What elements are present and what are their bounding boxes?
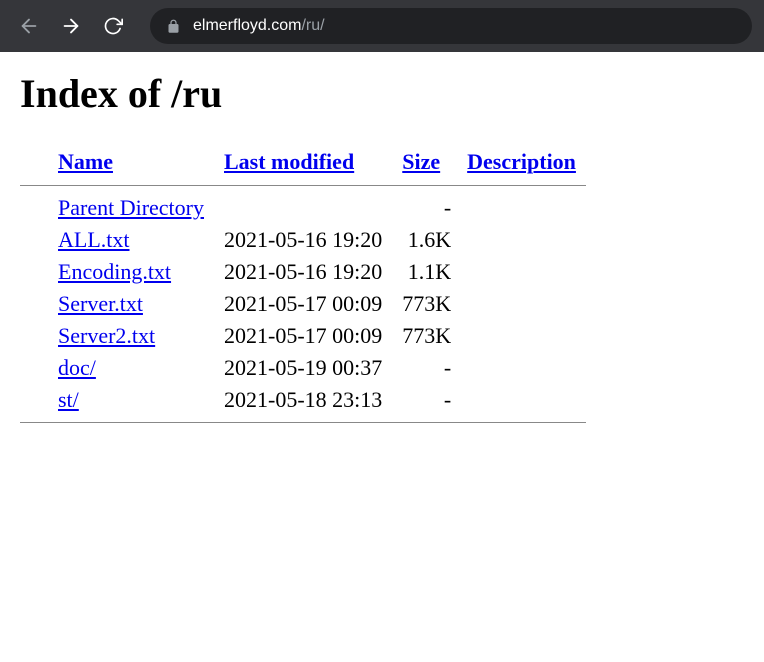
sort-description-link[interactable]: Description bbox=[467, 149, 576, 174]
file-description-cell bbox=[457, 320, 586, 352]
file-description-cell bbox=[457, 192, 586, 224]
file-type-icon bbox=[20, 352, 48, 384]
file-modified-cell: 2021-05-17 00:09 bbox=[214, 320, 392, 352]
header-size: Size bbox=[392, 145, 457, 179]
file-size-cell: - bbox=[392, 384, 457, 416]
forward-button[interactable] bbox=[54, 9, 88, 43]
file-name-cell: Parent Directory bbox=[48, 192, 214, 224]
header-row: Name Last modified Size Description bbox=[20, 145, 586, 179]
file-description-cell bbox=[457, 224, 586, 256]
file-size-cell: - bbox=[392, 352, 457, 384]
sort-size-link[interactable]: Size bbox=[402, 149, 440, 174]
sort-name-link[interactable]: Name bbox=[58, 149, 113, 174]
header-name: Name bbox=[48, 145, 214, 179]
file-size-cell: 1.1K bbox=[392, 256, 457, 288]
file-modified-cell bbox=[214, 192, 392, 224]
table-row: ALL.txt 2021-05-16 19:20 1.6K bbox=[20, 224, 586, 256]
table-row: Parent Directory - bbox=[20, 192, 586, 224]
table-row: Encoding.txt 2021-05-16 19:20 1.1K bbox=[20, 256, 586, 288]
file-modified-cell: 2021-05-19 00:37 bbox=[214, 352, 392, 384]
file-modified-cell: 2021-05-17 00:09 bbox=[214, 288, 392, 320]
browser-toolbar: elmerfloyd.com/ru/ bbox=[0, 0, 764, 52]
sort-modified-link[interactable]: Last modified bbox=[224, 149, 354, 174]
file-size-cell: 773K bbox=[392, 288, 457, 320]
file-link[interactable]: doc/ bbox=[58, 355, 96, 380]
file-size-cell: 773K bbox=[392, 320, 457, 352]
file-type-icon bbox=[20, 224, 48, 256]
table-row: doc/ 2021-05-19 00:37 - bbox=[20, 352, 586, 384]
file-type-icon bbox=[20, 192, 48, 224]
file-type-icon bbox=[20, 384, 48, 416]
url-path: /ru/ bbox=[301, 17, 324, 34]
divider bbox=[20, 422, 586, 423]
file-description-cell bbox=[457, 384, 586, 416]
reload-icon bbox=[103, 16, 123, 36]
arrow-left-icon bbox=[18, 15, 40, 37]
url-display: elmerfloyd.com/ru/ bbox=[193, 17, 325, 35]
file-modified-cell: 2021-05-18 23:13 bbox=[214, 384, 392, 416]
address-bar[interactable]: elmerfloyd.com/ru/ bbox=[150, 8, 752, 44]
lock-icon bbox=[166, 19, 181, 34]
file-type-icon bbox=[20, 256, 48, 288]
file-modified-cell: 2021-05-16 19:20 bbox=[214, 224, 392, 256]
header-description: Description bbox=[457, 145, 586, 179]
file-link[interactable]: st/ bbox=[58, 387, 79, 412]
file-link[interactable]: Encoding.txt bbox=[58, 259, 171, 284]
file-type-icon bbox=[20, 320, 48, 352]
table-row: Server.txt 2021-05-17 00:09 773K bbox=[20, 288, 586, 320]
header-icon bbox=[20, 145, 48, 179]
file-description-cell bbox=[457, 288, 586, 320]
directory-listing: Name Last modified Size Description Pare… bbox=[20, 145, 586, 429]
file-link[interactable]: Server.txt bbox=[58, 291, 143, 316]
file-name-cell: Server2.txt bbox=[48, 320, 214, 352]
back-button[interactable] bbox=[12, 9, 46, 43]
file-description-cell bbox=[457, 256, 586, 288]
arrow-right-icon bbox=[60, 15, 82, 37]
reload-button[interactable] bbox=[96, 9, 130, 43]
file-name-cell: Encoding.txt bbox=[48, 256, 214, 288]
file-type-icon bbox=[20, 288, 48, 320]
file-name-cell: ALL.txt bbox=[48, 224, 214, 256]
url-host: elmerfloyd.com bbox=[193, 17, 301, 34]
table-row: Server2.txt 2021-05-17 00:09 773K bbox=[20, 320, 586, 352]
divider bbox=[20, 185, 586, 186]
file-size-cell: 1.6K bbox=[392, 224, 457, 256]
file-link[interactable]: Parent Directory bbox=[58, 195, 204, 220]
file-name-cell: Server.txt bbox=[48, 288, 214, 320]
file-name-cell: st/ bbox=[48, 384, 214, 416]
file-link[interactable]: ALL.txt bbox=[58, 227, 130, 252]
page-content: Index of /ru Name Last modified Size Des… bbox=[0, 52, 764, 447]
file-link[interactable]: Server2.txt bbox=[58, 323, 155, 348]
file-description-cell bbox=[457, 352, 586, 384]
file-size-cell: - bbox=[392, 192, 457, 224]
file-modified-cell: 2021-05-16 19:20 bbox=[214, 256, 392, 288]
header-last-modified: Last modified bbox=[214, 145, 392, 179]
page-title: Index of /ru bbox=[20, 70, 744, 117]
file-name-cell: doc/ bbox=[48, 352, 214, 384]
table-row: st/ 2021-05-18 23:13 - bbox=[20, 384, 586, 416]
